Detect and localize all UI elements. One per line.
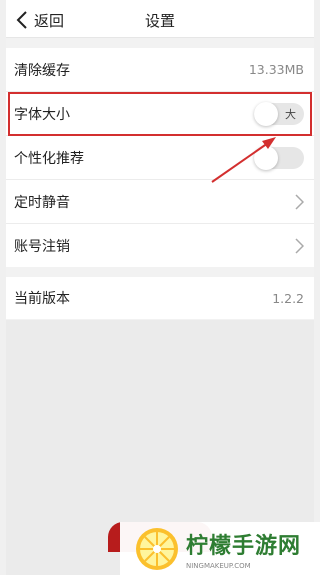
font-size-label: 字体大小 — [14, 106, 70, 123]
page-title: 设置 — [144, 12, 175, 30]
version-label: 当前版本 — [14, 291, 70, 307]
watermark-title: 柠檬手游网 — [186, 533, 302, 559]
version-row: 当前版本 1.2.2 — [6, 277, 314, 319]
navigation-bar: 返回 设置 — [6, 0, 314, 38]
chevron-right-icon — [295, 193, 304, 210]
clear-cache-label: 清除缓存 — [14, 62, 70, 79]
clear-cache-row[interactable]: 清除缓存 13.33MB — [6, 48, 314, 92]
version-value: 1.2.2 — [272, 290, 304, 306]
font-size-row: 字体大小 大 — [6, 92, 314, 136]
toggle-knob — [254, 145, 278, 170]
toggle-text: 大 — [285, 107, 296, 121]
personalized-recommend-row: 个性化推荐 — [6, 136, 314, 180]
watermark: 柠檬手游网 NINGMAKEUP.COM — [120, 522, 320, 575]
personalized-recommend-toggle[interactable] — [254, 145, 304, 170]
cache-size-value: 13.33MB — [248, 62, 304, 77]
settings-group-version: 当前版本 1.2.2 — [6, 277, 314, 319]
lemon-logo-icon — [136, 527, 178, 570]
font-size-toggle[interactable]: 大 — [254, 101, 304, 126]
scheduled-mute-label: 定时静音 — [14, 194, 70, 211]
chevron-right-icon — [295, 238, 304, 254]
watermark-subtitle: NINGMAKEUP.COM — [186, 561, 251, 570]
scheduled-mute-row[interactable]: 定时静音 — [6, 180, 314, 224]
toggle-knob — [254, 101, 278, 126]
personalized-recommend-label: 个性化推荐 — [14, 150, 84, 167]
account-cancel-row[interactable]: 账号注销 — [6, 224, 314, 268]
account-cancel-label: 账号注销 — [14, 239, 70, 255]
settings-group-main: 清除缓存 13.33MB 字体大小 大 个性化推荐 定时静音 账号注销 — [6, 48, 314, 267]
